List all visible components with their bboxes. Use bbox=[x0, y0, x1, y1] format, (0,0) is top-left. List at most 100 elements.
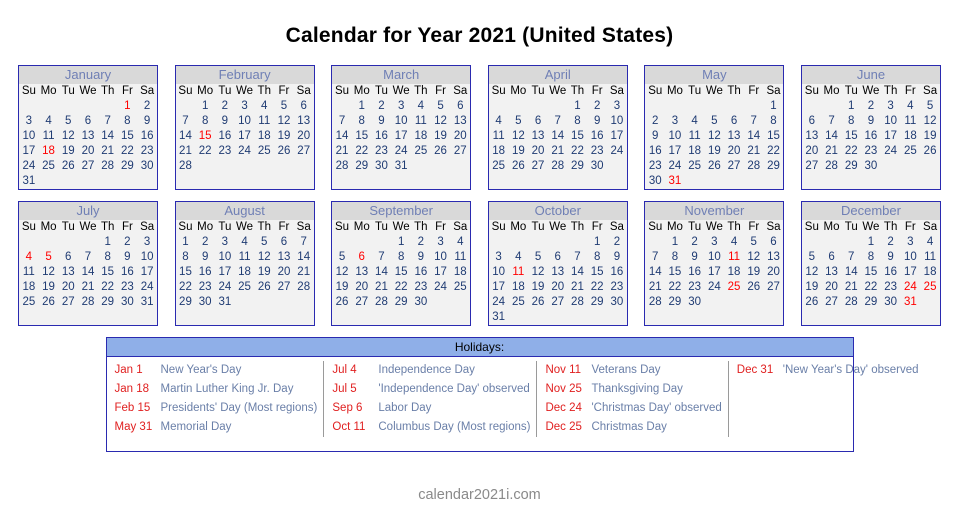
day-cell: 15 bbox=[101, 266, 115, 278]
month-block-november: November Su Mo Tu We Th Fr Sa 1 2 3 4 5 6 7 8 9 10 11 12 13… bbox=[644, 201, 785, 326]
day-cell: 14 bbox=[297, 251, 311, 263]
day-cell: 28 bbox=[335, 160, 349, 172]
day-cell: 31 bbox=[218, 296, 232, 308]
day-cell: 19 bbox=[805, 281, 819, 293]
day-cell: 25 bbox=[238, 281, 251, 293]
weekday-header-mo: Mo bbox=[510, 221, 527, 233]
weekday-header-su: Su bbox=[491, 221, 506, 233]
weekday-header-mo: Mo bbox=[40, 221, 57, 233]
month-block-april: April Su Mo Tu We Th Fr Sa 1 2 3 4 5 6 7 8 9 10 11 12 13 14 1… bbox=[487, 65, 628, 190]
day-cell: 20 bbox=[81, 145, 95, 157]
day-cell: 9 bbox=[221, 115, 229, 127]
day-cell: 13 bbox=[61, 266, 75, 278]
day-cell: 13 bbox=[805, 130, 819, 142]
empty-day-cell bbox=[195, 159, 215, 174]
week-row: 25 26 27 28 29 30 31 bbox=[19, 295, 157, 310]
day-cell: 16 bbox=[884, 266, 898, 278]
day-cell: 5 bbox=[437, 100, 444, 112]
day-cell: 19 bbox=[277, 130, 291, 142]
day-cell: 28 bbox=[571, 296, 584, 308]
empty-day-cell bbox=[372, 235, 392, 250]
month-name: September bbox=[332, 202, 471, 220]
weekday-header-tu: Tu bbox=[61, 85, 75, 97]
weekday-header-mo: Mo bbox=[197, 221, 214, 233]
day-cell: 2 bbox=[613, 236, 621, 248]
day-cell: 17 bbox=[22, 145, 36, 157]
day-cell: 25 bbox=[903, 145, 917, 157]
day-cell: 31 bbox=[22, 175, 36, 187]
day-cell: 4 bbox=[241, 236, 248, 248]
day-cell: 28 bbox=[179, 160, 192, 172]
day-cell: 14 bbox=[81, 266, 95, 278]
empty-day-cell bbox=[704, 295, 724, 310]
week-row: 22 23 24 25 26 27 28 bbox=[176, 280, 314, 295]
day-cell: 19 bbox=[923, 130, 937, 142]
day-cell: 2 bbox=[143, 100, 151, 112]
day-cell: 2 bbox=[417, 236, 425, 248]
day-cell: 2 bbox=[201, 236, 209, 248]
day-cell-holiday: 31 bbox=[668, 175, 682, 187]
day-cell: 28 bbox=[747, 160, 761, 172]
day-cell: 10 bbox=[140, 251, 154, 263]
holiday-name: Martin Luther King Jr. Day bbox=[160, 383, 294, 395]
day-cell: 2 bbox=[124, 236, 131, 248]
day-cell: 23 bbox=[610, 281, 624, 293]
week-row: 28 29 30 bbox=[645, 295, 783, 310]
day-cell: 25 bbox=[414, 145, 428, 157]
day-cell: 1 bbox=[593, 236, 601, 248]
week-row: 1 23 bbox=[19, 235, 157, 250]
day-cell: 21 bbox=[551, 145, 565, 157]
week-row: 12 13 14 15 16 17 18 bbox=[332, 265, 470, 280]
day-cell: 17 bbox=[434, 266, 447, 278]
month-grid: Su Mo Tu We Th Fr Sa 1 2 3 4 5 6 7 8 9 10 11 12 13 14 15 16 17… bbox=[645, 220, 784, 310]
day-cell: 30 bbox=[864, 160, 878, 172]
day-cell-holiday: 25 bbox=[923, 281, 937, 293]
day-cell: 5 bbox=[261, 236, 268, 248]
day-cell: 26 bbox=[511, 160, 525, 172]
empty-day-cell bbox=[254, 159, 274, 174]
month-grid: Su Mo Tu We Th Fr Sa 1 2 3 4 5 6 7 8 9 10 11 12 13 14 15 16 17… bbox=[19, 220, 157, 310]
day-cell: 26 bbox=[42, 296, 55, 308]
day-cell: 12 bbox=[277, 115, 291, 127]
weekday-header-we: We bbox=[79, 85, 97, 97]
day-cell: 25 bbox=[492, 160, 506, 172]
day-cell: 4 bbox=[926, 236, 934, 248]
empty-day-cell bbox=[528, 310, 548, 325]
holidays-panel-header: Holidays: bbox=[106, 338, 853, 357]
day-cell: 5 bbox=[926, 100, 934, 112]
day-cell: 28 bbox=[101, 160, 115, 172]
day-cell: 26 bbox=[61, 160, 75, 172]
empty-day-cell bbox=[822, 235, 842, 250]
month-name: March bbox=[332, 66, 471, 84]
day-cell: 18 bbox=[511, 281, 525, 293]
day-cell: 20 bbox=[727, 145, 741, 157]
day-cell: 21 bbox=[297, 266, 311, 278]
holiday-date: Feb 15 bbox=[114, 402, 151, 414]
weekday-header-row: Su Mo Tu We Th Fr Sa bbox=[19, 220, 157, 235]
week-row: 30 31 bbox=[645, 174, 783, 189]
day-cell: 9 bbox=[417, 251, 425, 263]
weekday-header-row: Su Mo Tu We Th Fr Sa bbox=[332, 84, 470, 99]
week-row: 4 5 6 7 8 9 10 bbox=[19, 250, 157, 265]
month-grid: Su Mo Tu We Th Fr Sa 1 2 3 4 5 6 7 8 9 10 11 12 13 14 15 16 17… bbox=[19, 84, 157, 189]
empty-day-cell bbox=[98, 174, 118, 189]
day-cell: 5 bbox=[338, 251, 346, 263]
day-cell: 7 bbox=[104, 115, 111, 127]
holiday-date: Jan 18 bbox=[114, 383, 150, 395]
day-cell: 23 bbox=[375, 145, 388, 157]
day-cell: 1 bbox=[104, 236, 111, 248]
day-cell: 2 bbox=[378, 100, 385, 112]
empty-day-cell bbox=[920, 295, 940, 310]
empty-day-cell bbox=[58, 235, 78, 250]
day-cell: 14 bbox=[335, 130, 349, 142]
day-cell: 11 bbox=[414, 115, 427, 127]
day-cell: 3 bbox=[907, 236, 914, 248]
day-cell: 23 bbox=[414, 281, 428, 293]
day-cell: 2 bbox=[652, 115, 659, 127]
day-cell: 22 bbox=[179, 281, 192, 293]
day-cell: 31 bbox=[140, 296, 154, 308]
weekday-header-sa: Sa bbox=[766, 85, 781, 97]
day-cell: 12 bbox=[531, 266, 545, 278]
day-cell: 10 bbox=[434, 251, 447, 263]
day-cell: 23 bbox=[198, 281, 212, 293]
